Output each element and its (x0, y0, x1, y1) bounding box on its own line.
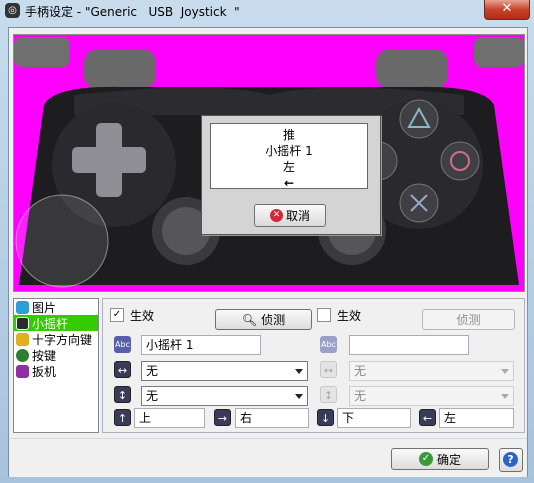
check-icon: ✓ (418, 452, 433, 466)
horizontal-axis-select[interactable]: 无 (141, 361, 308, 381)
horizontal-axis-icon: ↔ (114, 361, 131, 378)
ok-button[interactable]: ✓ 确定 (391, 448, 489, 470)
horizontal-axis-value: 无 (146, 364, 159, 378)
stick-icon (16, 316, 29, 330)
window-title: 手柄设定 - "Generic USB Joystick " (25, 5, 240, 19)
direction-left-field[interactable]: 左 (439, 408, 514, 428)
trigger-icon (16, 364, 29, 378)
chevron-down-icon (501, 394, 509, 399)
detect-dialog: 推 小摇杆 1 左 ← ✕ 取消 (201, 115, 381, 235)
list-item-label: 扳机 (32, 364, 57, 379)
detect-control: 小摇杆 1 (265, 144, 313, 158)
stick-name-field[interactable]: 小摇杆 1 (141, 335, 261, 355)
stick-settings-panel: ✓ 生效 🔍︎ 侦测 Abc 小摇杆 1 ↔ 无 ↕ 无 生效 侦测 Abc ↔… (102, 298, 525, 433)
list-item-picture[interactable]: 图片 (14, 299, 98, 315)
horizontal-axis-icon-right: ↔ (320, 361, 337, 378)
stick-name-field-right[interactable] (349, 335, 469, 355)
vertical-axis-value-right: 无 (354, 389, 367, 403)
detect-label-right: 侦测 (456, 313, 481, 327)
direction-right-field[interactable]: 右 (235, 408, 309, 428)
r1-edge-shape (474, 37, 524, 67)
gamepad-app-icon: ◎ (5, 3, 20, 18)
vertical-axis-value: 无 (146, 389, 159, 403)
dpad-icon (16, 332, 29, 346)
detect-direction: 左 (282, 160, 295, 174)
up-arrow-icon: ↑ (114, 409, 131, 426)
close-button[interactable]: ✕ (484, 0, 530, 20)
l1-edge-shape (14, 37, 70, 67)
selection-highlight (15, 194, 109, 288)
horizontal-axis-value-right: 无 (354, 364, 367, 378)
cancel-button[interactable]: ✕ 取消 (254, 204, 326, 227)
chevron-down-icon (295, 394, 303, 399)
chevron-down-icon (295, 369, 303, 374)
button-icon (16, 348, 29, 362)
direction-up-field[interactable]: 上 (134, 408, 205, 428)
client-area: 推 小摇杆 1 左 ← ✕ 取消 图片 小摇杆 十字方向键 按键 扳机 ✓ 生效… (8, 27, 528, 477)
circle-button (440, 141, 480, 181)
list-item-label: 十字方向键 (32, 332, 93, 347)
cancel-label: 取消 (285, 209, 310, 223)
left-arrow-icon: ← (283, 176, 295, 190)
chevron-down-icon (501, 369, 509, 374)
picture-icon (16, 300, 29, 314)
list-item-dpad[interactable]: 十字方向键 (14, 331, 98, 347)
down-arrow-icon: ↓ (317, 409, 334, 426)
enabled-label-right: 生效 (337, 309, 362, 323)
title-bar: ◎ 手柄设定 - "Generic USB Joystick " ✕ (0, 0, 534, 22)
triangle-button (399, 99, 439, 139)
settings-window: ◎ 手柄设定 - "Generic USB Joystick " ✕ 推 小摇杆… (0, 0, 534, 483)
enabled-checkbox-left[interactable]: ✓ (110, 308, 124, 322)
controller-preview: 推 小摇杆 1 左 ← ✕ 取消 (13, 34, 525, 292)
detect-message: 推 小摇杆 1 左 ← (210, 123, 368, 190)
detect-action: 推 (282, 128, 295, 142)
magnifier-icon: 🔍︎ (241, 312, 258, 327)
left-arrow-small-icon: ← (419, 409, 436, 426)
ok-label: 确定 (436, 452, 461, 467)
horizontal-axis-select-right[interactable]: 无 (349, 361, 514, 381)
list-item-label: 图片 (32, 300, 57, 315)
enabled-checkbox-right[interactable] (317, 308, 331, 322)
right-arrow-icon: → (214, 409, 231, 426)
vertical-axis-icon-right: ↕ (320, 386, 337, 403)
vertical-axis-select-right[interactable]: 无 (349, 386, 514, 406)
help-icon: ? (503, 452, 518, 467)
vertical-axis-icon: ↕ (114, 386, 131, 403)
list-item-trigger[interactable]: 扳机 (14, 363, 98, 379)
cancel-icon: ✕ (269, 209, 283, 222)
enabled-label-left: 生效 (130, 309, 155, 323)
detect-label-left: 侦测 (261, 313, 286, 327)
category-list[interactable]: 图片 小摇杆 十字方向键 按键 扳机 (13, 298, 99, 433)
detect-button-left[interactable]: 🔍︎ 侦测 (215, 309, 312, 330)
list-item-stick[interactable]: 小摇杆 (14, 315, 98, 331)
detect-button-right[interactable]: 侦测 (422, 309, 515, 330)
direction-down-field[interactable]: 下 (337, 408, 411, 428)
l2-trigger-shape (84, 49, 156, 89)
r2-trigger-shape (376, 49, 448, 89)
name-abc-icon: Abc (114, 336, 131, 353)
vertical-axis-select[interactable]: 无 (141, 386, 308, 406)
list-item-label: 小摇杆 (32, 316, 69, 331)
list-item-label: 按键 (32, 348, 57, 363)
dpad-horizontal (72, 147, 146, 173)
list-item-buttons[interactable]: 按键 (14, 347, 98, 363)
help-button[interactable]: ? (499, 448, 523, 472)
name-abc-icon-right: Abc (320, 336, 337, 353)
